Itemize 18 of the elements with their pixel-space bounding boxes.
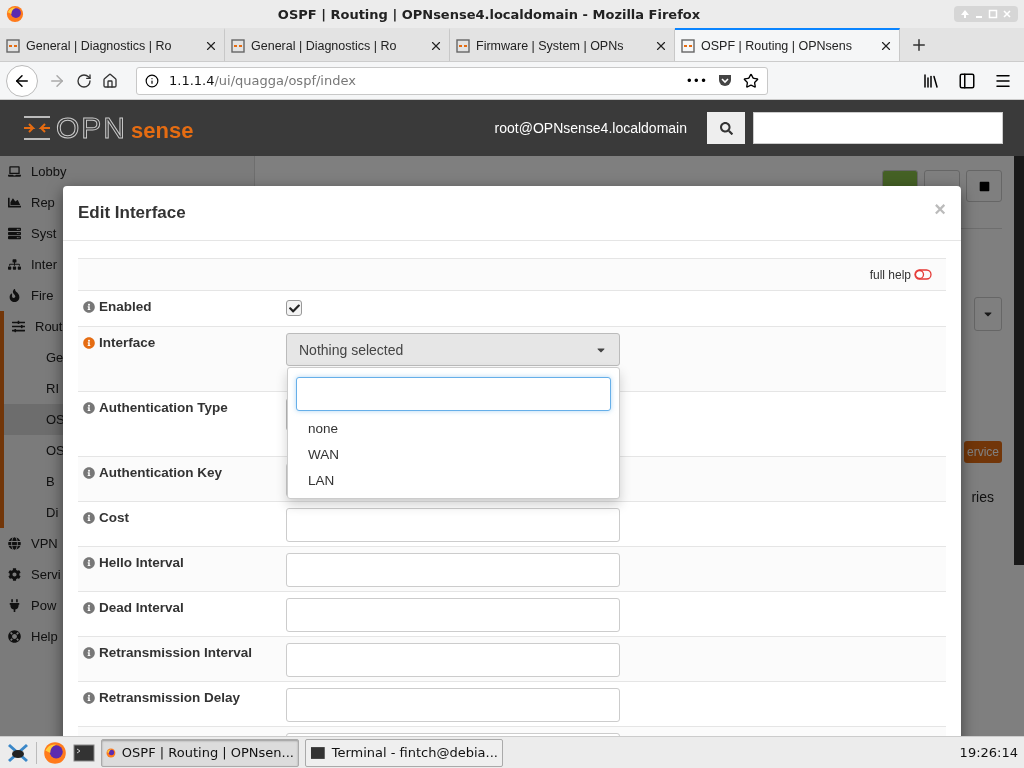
field-label: Authentication Key	[99, 465, 222, 480]
field-label: Hello Interval	[99, 555, 184, 570]
window-title: OSPF | Routing | OPNsense4.localdomain - Mozilla Firefox	[276, 6, 702, 22]
field-label: Enabled	[99, 299, 152, 314]
field-label: Interface	[99, 335, 156, 350]
field-label: Authentication Type	[99, 400, 228, 415]
clock: 19:26:14	[959, 745, 1018, 760]
body-text: ries	[971, 489, 994, 505]
field-label: Cost	[99, 510, 129, 525]
logo-text: sense	[131, 118, 194, 144]
field-label: Retransmission Delay	[99, 690, 241, 705]
dialog-title: Edit Interface	[78, 203, 187, 223]
url-text: 1.1.1.4/ui/quagga/ospf/index	[169, 73, 357, 88]
full-help-label: full help	[869, 267, 911, 282]
field-label: Dead Interval	[99, 600, 184, 615]
logo-text: OPN	[56, 111, 127, 145]
user-name: root@OPNsense4.localdomain	[494, 120, 687, 136]
field-label: Retransmission Interval	[99, 645, 253, 660]
